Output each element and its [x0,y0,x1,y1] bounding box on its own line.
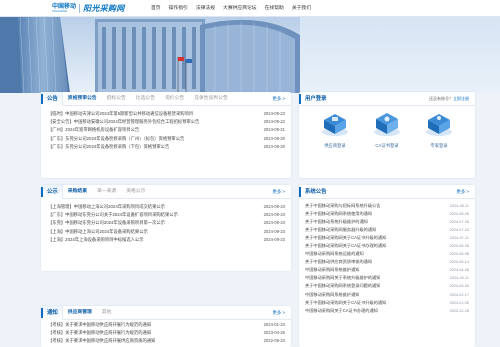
list-item[interactable]: 【东莞】中国移动东莞分公司2024年设备采购项目第一次公示 2024-09-23 [48,219,285,227]
list-item[interactable]: 中国移动采购网系统运维的通知 2024-06-08 [305,250,469,258]
list-item[interactable]: 【考核】关于要求中国移动供应商开展行为规范的通知 2023-04-25 [48,329,285,337]
announcement-list: 【临时】中国移动天津公司2024年第5期新型公共移动通信设备租赁采购项目 2024… [48,110,285,151]
china-mobile-logo: 中国移动 China Mobile [52,4,76,13]
system-notice-header: 系统公告 更多 > [299,185,475,199]
site-logo[interactable]: 中国移动 China Mobile 阳光采购网 [52,3,125,14]
tab-tender[interactable]: 招标公告 [102,92,131,106]
tab-announcement[interactable]: 公告 [41,91,63,106]
list-item[interactable]: 【广东】东莞分公司2024年设备检修采购（下包）资格预审公告 2024-09-20 [48,143,285,151]
system-notice-card: 系统公告 更多 > 关于中国移动采购与招标网系统升级公告 2024-08-11 关… [299,185,475,347]
list-item[interactable]: 中国移动采购网关于系统升级维护的通知 2024-04-11 [305,274,469,282]
list-item[interactable]: 关于中国移动供应商资质审核的通知 2024-05-14 [305,258,469,266]
tab-supplier-mgmt[interactable]: 供应商管理 [63,306,97,320]
list-item[interactable]: 【考核】关于要求中国移动供应商开展行为规范的通知 2024-01-23 [48,321,285,329]
list-item[interactable]: 关于中国移动系统升级维护的通知 2024-07-25 [305,218,469,226]
list-item[interactable]: 【安全公告】中国移动安徽公司2024年经营管理服务外包综合工程招标预审公告 202… [48,118,285,126]
top-header: 中国移动 China Mobile 阳光采购网 首页 操作指引 法律法规 大赛供… [0,0,500,17]
list-item[interactable]: 关于中国移动采购网关于CA证书升级的通知 2024-07-11 [305,234,469,242]
login-card: 用户登录 还没有账号？立即注册 供应商登录 CA证书登录 专家登录 [299,92,475,178]
system-notice-more-link[interactable]: 更多 > [456,185,469,199]
list-item[interactable]: 【上海】中国移动上海公司2024年设备采购结果公示 2024-09-23 [48,228,285,236]
expert-login-icon [426,114,452,136]
ca-login-label: CA证书登录 [375,143,399,148]
list-item[interactable]: 【上海】2024年上海设备采购项目中标候选人公示 2024-09-23 [48,236,285,244]
list-item[interactable]: 关于中国移动采购与招标网系统升级公告 2024-08-11 [305,202,469,210]
list-item[interactable]: 关于中国移动采购网关于CA证书升级的通知 2024-01-05 [305,299,469,307]
tab-single-source[interactable]: 单一来源 [92,185,121,199]
main-nav: 首页 操作指引 法律法规 大赛供应商论坛 在线帮助 关于我们 [151,4,315,13]
nav-guide[interactable]: 操作指引 [165,4,192,13]
tab-publicity[interactable]: 公示 [41,184,63,199]
results-card: 公示 采购结果 单一来源 资格公示 更多 > 【上海管理】中国移动上海公司202… [41,184,291,271]
logo-en-text: China Mobile [52,10,68,13]
supplier-more-link[interactable]: 更多 > [272,306,285,320]
tab-other[interactable]: 其他 [97,306,117,320]
supplier-login-button[interactable]: 供应商登录 [320,110,350,149]
results-more-link[interactable]: 更多 > [272,185,285,199]
expert-login-label: 专家登录 [430,143,448,148]
tab-results[interactable]: 采购结果 [63,185,92,199]
nav-laws[interactable]: 法律法规 [192,4,219,13]
list-item[interactable]: 【考核】关于要求中国移动供应商开展供应商资质的通知 2022-09-23 [48,337,285,345]
supplier-login-label: 供应商登录 [324,143,346,148]
expert-login-button[interactable]: 专家登录 [424,110,454,149]
login-options: 供应商登录 CA证书登录 专家登录 [299,110,475,149]
ca-login-button[interactable]: CA证书登录 [372,110,402,149]
system-notice-list: 关于中国移动采购与招标网系统升级公告 2024-08-11 关于中国移动采购网系统… [305,202,469,315]
announcement-card: 公告 资格预审公告 招标公告 比选公告 询价公告 竞争性谈判公告 更多 > 【临… [41,91,291,178]
list-item[interactable]: 关于中国移动采购网关于CA证书办理的通知 2024-06-25 [305,242,469,250]
tab-notice[interactable]: 通知 [41,305,63,320]
list-item[interactable]: 中国移动采购网关于CA证书办理的通知 2023-12-28 [305,307,469,315]
list-item[interactable]: 中国移动采购网系统维护通知 2024-02-17 [305,291,469,299]
list-item[interactable]: 关于中国移动采购网系统登录问题的通知 2024-03-20 [305,282,469,290]
list-item[interactable]: 中国移动采购网系统维护通知 2024-04-28 [305,266,469,274]
login-title: 用户登录 [299,92,331,106]
ca-login-icon [374,113,400,136]
logo-divider [79,4,81,13]
list-item[interactable]: 【广东】东莞分公司2024年设备检修采购（广州）（标包）资格预审公告 2024-0… [48,135,285,143]
supplier-tabs: 通知 供应商管理 其他 更多 > [41,305,291,320]
list-item[interactable]: 【临时】中国移动天津公司2024年第5期新型公共移动通信设备租赁采购项目 2024… [48,110,285,118]
system-notice-title: 系统公告 [299,185,331,199]
supplier-card: 通知 供应商管理 其他 更多 > 【考核】关于要求中国移动供应商开展行为规范的通… [41,305,291,347]
list-item[interactable]: 【广州】2024年宽带网络机房设备扩容项目公告 2024-09-21 [48,126,285,134]
login-header: 用户登录 还没有账号？立即注册 [299,92,475,106]
tab-inquiry[interactable]: 询价公告 [160,92,189,106]
supplier-list: 【考核】关于要求中国移动供应商开展行为规范的通知 2024-01-23 【考核】关… [48,321,285,346]
tab-negotiation[interactable]: 竞争性谈判公告 [189,92,233,106]
register-prompt: 还没有账号？立即注册 [429,95,469,101]
register-link[interactable]: 立即注册 [453,96,469,101]
nav-home[interactable]: 首页 [151,4,165,13]
nav-about[interactable]: 关于我们 [288,4,315,13]
hero-banner [0,17,500,93]
results-list: 【上海管理】中国移动上海公司2024年采购项目成交结果公示 2024-09-23 … [48,203,285,244]
results-tabs: 公示 采购结果 单一来源 资格公示 更多 > [41,184,291,199]
nav-forum[interactable]: 大赛供应商论坛 [219,4,261,13]
nav-help[interactable]: 在线帮助 [261,4,288,13]
list-item[interactable]: 关于中国移动采购网服务器升级的通知 2024-07-23 [305,226,469,234]
list-item[interactable]: 【上海管理】中国移动上海公司2024年采购项目成交结果公示 2024-09-23 [48,203,285,211]
list-item[interactable]: 关于中国移动采购网系统使用的通知 2024-08-06 [305,210,469,218]
tab-prequal[interactable]: 资格预审公告 [63,92,102,106]
announcement-more-link[interactable]: 更多 > [272,92,285,106]
tab-compare[interactable]: 比选公告 [131,92,160,106]
list-item[interactable]: 【广东】中国移动东莞分公司关于2024年设备扩容项目采购结果公示 2024-09-… [48,211,285,219]
site-title: 阳光采购网 [83,4,125,13]
announcement-tabs: 公告 资格预审公告 招标公告 比选公告 询价公告 竞争性谈判公告 更多 > [41,91,291,106]
tab-qualification[interactable]: 资格公示 [121,185,150,199]
building-illustration [0,17,500,93]
supplier-login-icon [322,114,348,136]
